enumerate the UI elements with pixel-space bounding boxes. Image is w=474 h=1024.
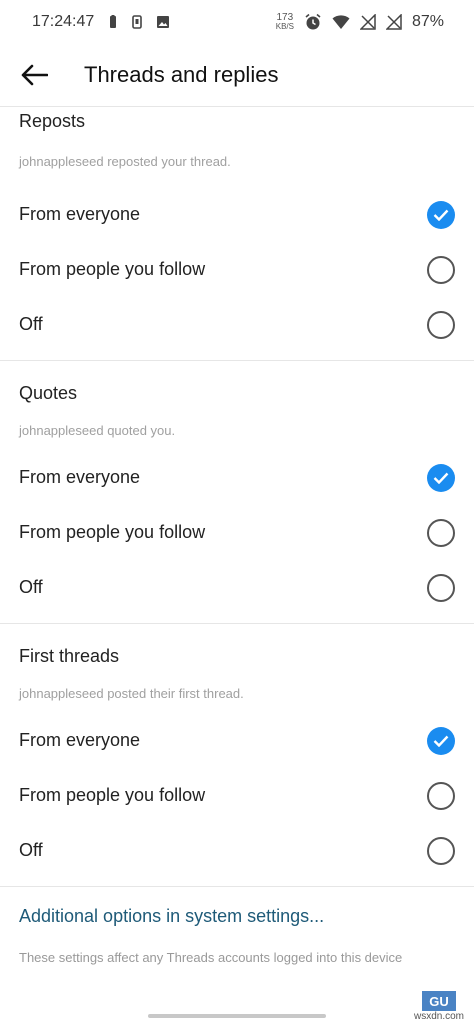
back-button[interactable] — [14, 55, 54, 95]
option-label: From everyone — [19, 204, 141, 224]
section-first-threads: First threads johnappleseed posted their… — [0, 624, 474, 887]
radio-button[interactable] — [427, 200, 455, 229]
radio-button[interactable] — [427, 573, 455, 602]
battery-saver-icon — [108, 15, 118, 29]
option-from-people-you-follow[interactable]: From people you follow — [0, 505, 474, 560]
section-hint: johnappleseed reposted your thread. — [19, 153, 231, 169]
option-label: From everyone — [19, 467, 141, 487]
radio-button[interactable] — [427, 255, 455, 284]
option-from-people-you-follow[interactable]: From people you follow — [0, 768, 474, 823]
phone-icon — [132, 15, 143, 29]
check-icon — [433, 472, 449, 484]
status-bar: 17:24:47 173 KB/S 87% — [0, 0, 474, 44]
watermark: GU wsxdn.com — [414, 991, 464, 1022]
option-off[interactable]: Off — [0, 297, 474, 352]
section-title: Quotes — [19, 382, 78, 403]
radio-button[interactable] — [427, 463, 455, 492]
radio-button[interactable] — [427, 781, 455, 810]
radio-button[interactable] — [427, 310, 455, 339]
option-from-people-you-follow[interactable]: From people you follow — [0, 242, 474, 297]
radio-button[interactable] — [427, 726, 455, 755]
radio-button[interactable] — [427, 836, 455, 865]
option-label: From everyone — [19, 730, 141, 750]
settings-content: Reposts johnappleseed reposted your thre… — [0, 107, 474, 969]
section-reposts: Reposts johnappleseed reposted your thre… — [0, 107, 474, 361]
battery-level: 87% — [411, 13, 444, 30]
settings-note: These settings affect any Threads accoun… — [19, 949, 403, 965]
network-speed: 173 KB/S — [275, 12, 294, 31]
no-signal-icon-2 — [385, 14, 402, 30]
option-from-everyone[interactable]: From everyone — [0, 187, 474, 242]
option-label: Off — [19, 577, 43, 597]
no-signal-icon — [359, 14, 376, 30]
section-hint: johnappleseed posted their first thread. — [19, 685, 244, 701]
section-hint: johnappleseed quoted you. — [19, 422, 176, 438]
system-settings-link[interactable]: Additional options in system settings... — [0, 887, 474, 945]
section-title: First threads — [19, 645, 120, 666]
option-label: Off — [19, 314, 43, 334]
status-time: 17:24:47 — [32, 13, 95, 30]
radio-button[interactable] — [427, 518, 455, 547]
check-icon — [433, 209, 449, 221]
alarm-icon — [304, 13, 322, 31]
page-title: Threads and replies — [84, 62, 279, 87]
option-label: From people you follow — [19, 785, 206, 805]
image-icon — [156, 15, 170, 29]
section-title: Reposts — [19, 110, 86, 131]
option-from-everyone[interactable]: From everyone — [0, 713, 474, 768]
arrow-left-icon — [21, 64, 48, 86]
option-from-everyone[interactable]: From everyone — [0, 450, 474, 505]
option-label: From people you follow — [19, 522, 206, 542]
app-bar: Threads and replies — [0, 44, 474, 107]
option-label: Off — [19, 840, 43, 860]
section-quotes: Quotes johnappleseed quoted you. From ev… — [0, 361, 474, 624]
option-off[interactable]: Off — [0, 560, 474, 615]
option-off[interactable]: Off — [0, 823, 474, 878]
wifi-icon — [332, 14, 350, 30]
option-label: From people you follow — [19, 259, 206, 279]
watermark-logo: GU — [421, 991, 456, 1011]
watermark-text: wsxdn.com — [413, 1011, 464, 1022]
home-indicator[interactable] — [148, 1014, 326, 1018]
check-icon — [433, 735, 449, 747]
